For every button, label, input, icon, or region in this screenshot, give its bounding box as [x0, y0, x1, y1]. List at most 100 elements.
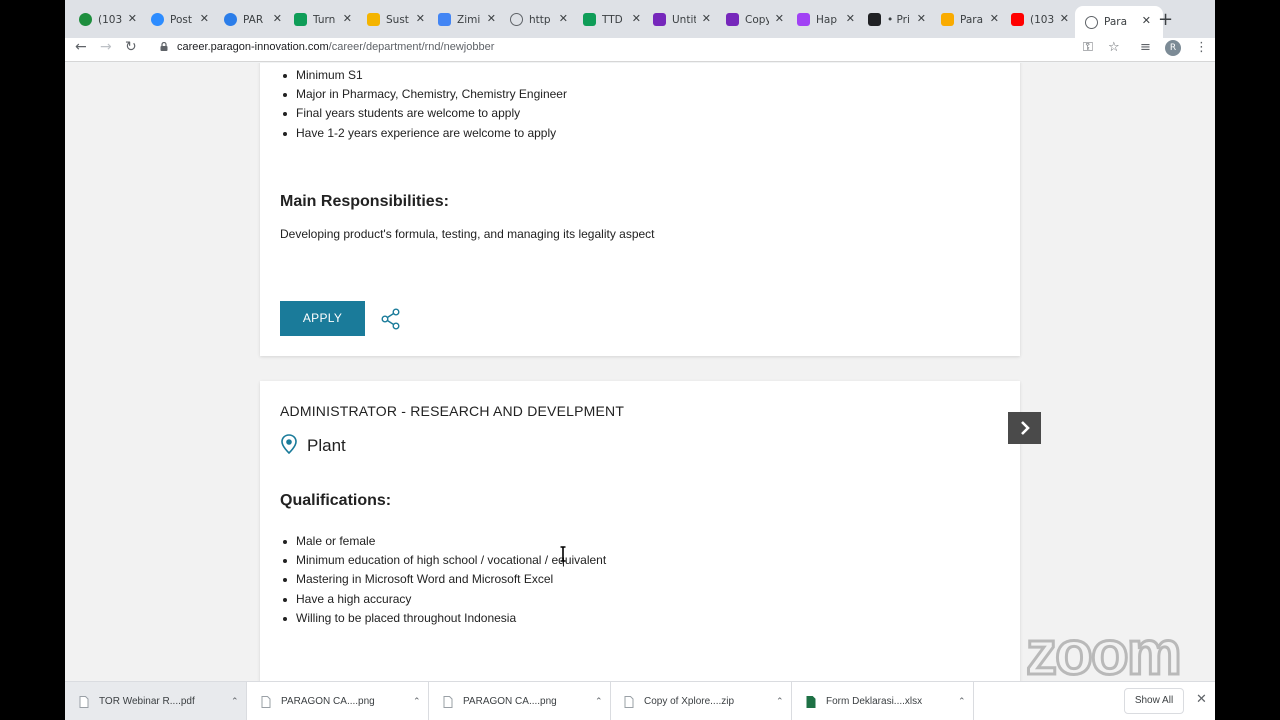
browser-tab[interactable]: Sust ✕	[367, 8, 425, 31]
sheets-green-icon	[79, 13, 92, 26]
tab-title: Zimi	[457, 13, 481, 26]
close-tab-icon[interactable]: ✕	[990, 12, 999, 25]
tab-title: (103	[1030, 13, 1054, 26]
list-item: Willing to be placed throughout Indonesi…	[280, 609, 606, 628]
close-tab-icon[interactable]: ✕	[487, 12, 496, 25]
back-arrow-icon[interactable]: ←	[75, 39, 87, 55]
chevron-up-icon[interactable]: ⌃	[231, 696, 239, 707]
list-item: Minimum S1	[280, 66, 567, 85]
browser-toolbar: ← → ↻ career.paragon-innovation.com/care…	[65, 38, 1215, 62]
apply-button[interactable]: APPLY	[280, 301, 365, 336]
share-icon[interactable]	[380, 308, 402, 330]
browser-tab[interactable]: Hap ✕	[797, 8, 855, 31]
chevron-up-icon[interactable]: ⌃	[958, 696, 966, 707]
close-tab-icon[interactable]: ✕	[632, 12, 641, 25]
new-tab-icon[interactable]: +	[1158, 9, 1173, 30]
browser-tab[interactable]: (103 ✕	[1011, 8, 1069, 31]
job-title[interactable]: ADMINISTRATOR - RESEARCH AND DEVELPMENT	[280, 403, 624, 419]
url-domain: career.paragon-innovation.com	[177, 41, 329, 53]
list-item: Have a high accuracy	[280, 590, 606, 609]
chevron-up-icon[interactable]: ⌃	[413, 696, 421, 707]
forward-arrow-icon[interactable]: →	[100, 39, 112, 55]
youtube-icon	[1011, 13, 1024, 26]
menu-kebab-icon[interactable]: ⋮	[1195, 40, 1208, 55]
browser-window: (103 ✕ Post ✕ PAR ✕ Turn ✕ Sust ✕ Zimi ✕ http ✕ TTD ✕ Un…	[65, 0, 1215, 720]
location-pin-icon	[281, 434, 297, 454]
browser-tab[interactable]: Para ✕	[941, 8, 999, 31]
lock-icon[interactable]	[160, 42, 168, 51]
url-path: /career/department/rnd/newjobber	[328, 41, 495, 53]
tab-title: Untit	[672, 13, 696, 26]
close-tab-icon[interactable]: ✕	[917, 12, 926, 25]
globe-icon	[510, 13, 523, 26]
forms-icon	[653, 13, 666, 26]
star-icon[interactable]: ☆	[1108, 40, 1120, 55]
download-item[interactable]: TOR Webinar R....pdf ⌃	[65, 682, 247, 720]
download-filename: PARAGON CA....png	[281, 696, 375, 707]
carousel-next-button[interactable]	[1008, 412, 1041, 444]
tab-title: Turn	[313, 13, 336, 26]
tab-title: • Pri	[887, 13, 910, 26]
browser-tab[interactable]: http ✕	[510, 8, 568, 31]
close-tab-icon[interactable]: ✕	[128, 12, 137, 25]
image-file-icon	[261, 695, 271, 708]
close-tab-icon[interactable]: ✕	[846, 12, 855, 25]
close-downloads-icon[interactable]: ✕	[1196, 692, 1207, 707]
chevron-up-icon[interactable]: ⌃	[776, 696, 784, 707]
forms-icon	[726, 13, 739, 26]
reading-list-icon[interactable]: ≡	[1140, 40, 1151, 55]
download-item[interactable]: PARAGON CA....png ⌃	[429, 682, 611, 720]
browser-tab[interactable]: TTD ✕	[583, 8, 641, 31]
browser-tab[interactable]: Para ✕	[1075, 6, 1163, 38]
list-item: Major in Pharmacy, Chemistry, Chemistry …	[280, 85, 567, 104]
address-bar[interactable]: career.paragon-innovation.com/career/dep…	[177, 41, 494, 53]
browser-tab[interactable]: Copy ✕	[726, 8, 784, 31]
tab-title: Hap	[816, 13, 837, 26]
close-tab-icon[interactable]: ✕	[343, 12, 352, 25]
show-all-button[interactable]: Show All	[1124, 688, 1184, 714]
tab-strip: (103 ✕ Post ✕ PAR ✕ Turn ✕ Sust ✕ Zimi ✕ http ✕ TTD ✕ Un…	[65, 0, 1215, 38]
profile-avatar[interactable]: R	[1165, 40, 1181, 56]
close-tab-icon[interactable]: ✕	[1060, 12, 1069, 25]
excel-file-icon	[806, 695, 816, 708]
list-item: Male or female	[280, 532, 606, 551]
qualifications-list: Male or female Minimum education of high …	[280, 532, 606, 628]
sheets-icon	[583, 13, 596, 26]
job-card: Minimum S1 Major in Pharmacy, Chemistry, …	[260, 63, 1020, 356]
globe-icon	[1085, 15, 1098, 29]
qualifications-heading: Qualifications:	[280, 492, 392, 509]
tab-title: Sust	[386, 13, 409, 26]
qualifications-list: Minimum S1 Major in Pharmacy, Chemistry, …	[280, 66, 567, 143]
close-tab-icon[interactable]: ✕	[702, 12, 711, 25]
close-tab-icon[interactable]: ✕	[1142, 14, 1151, 27]
slides-icon	[367, 13, 380, 26]
tab-title: PAR	[243, 13, 264, 26]
browser-tab[interactable]: (103 ✕	[79, 8, 137, 31]
tab-title: http	[529, 13, 551, 26]
text-cursor-icon	[560, 546, 566, 562]
zip-file-icon	[624, 695, 634, 708]
browser-tab[interactable]: Untit ✕	[653, 8, 711, 31]
list-item: Mastering in Microsoft Word and Microsof…	[280, 570, 606, 589]
downloads-bar: TOR Webinar R....pdf ⌃ PARAGON CA....png ⌃ P…	[65, 681, 1215, 720]
close-tab-icon[interactable]: ✕	[775, 12, 784, 25]
reload-icon[interactable]: ↻	[125, 39, 137, 55]
download-item[interactable]: PARAGON CA....png ⌃	[247, 682, 429, 720]
page-content[interactable]: Minimum S1 Major in Pharmacy, Chemistry, …	[65, 63, 1215, 681]
close-tab-icon[interactable]: ✕	[200, 12, 209, 25]
browser-tab[interactable]: Zimi ✕	[438, 8, 496, 31]
browser-tab[interactable]: Turn ✕	[294, 8, 352, 31]
notion-icon	[868, 13, 881, 26]
tab-title: TTD	[602, 13, 623, 26]
download-item[interactable]: Form Deklarasi....xlsx ⌃	[792, 682, 974, 720]
browser-tab[interactable]: Post ✕	[151, 8, 209, 31]
browser-tab[interactable]: PAR ✕	[224, 8, 282, 31]
close-tab-icon[interactable]: ✕	[416, 12, 425, 25]
key-icon[interactable]: ⚿	[1083, 40, 1093, 55]
tab-title: Copy	[745, 13, 769, 26]
download-item[interactable]: Copy of Xplore....zip ⌃	[610, 682, 792, 720]
close-tab-icon[interactable]: ✕	[273, 12, 282, 25]
browser-tab[interactable]: • Pri ✕	[868, 8, 926, 31]
close-tab-icon[interactable]: ✕	[559, 12, 568, 25]
chevron-up-icon[interactable]: ⌃	[595, 696, 603, 707]
